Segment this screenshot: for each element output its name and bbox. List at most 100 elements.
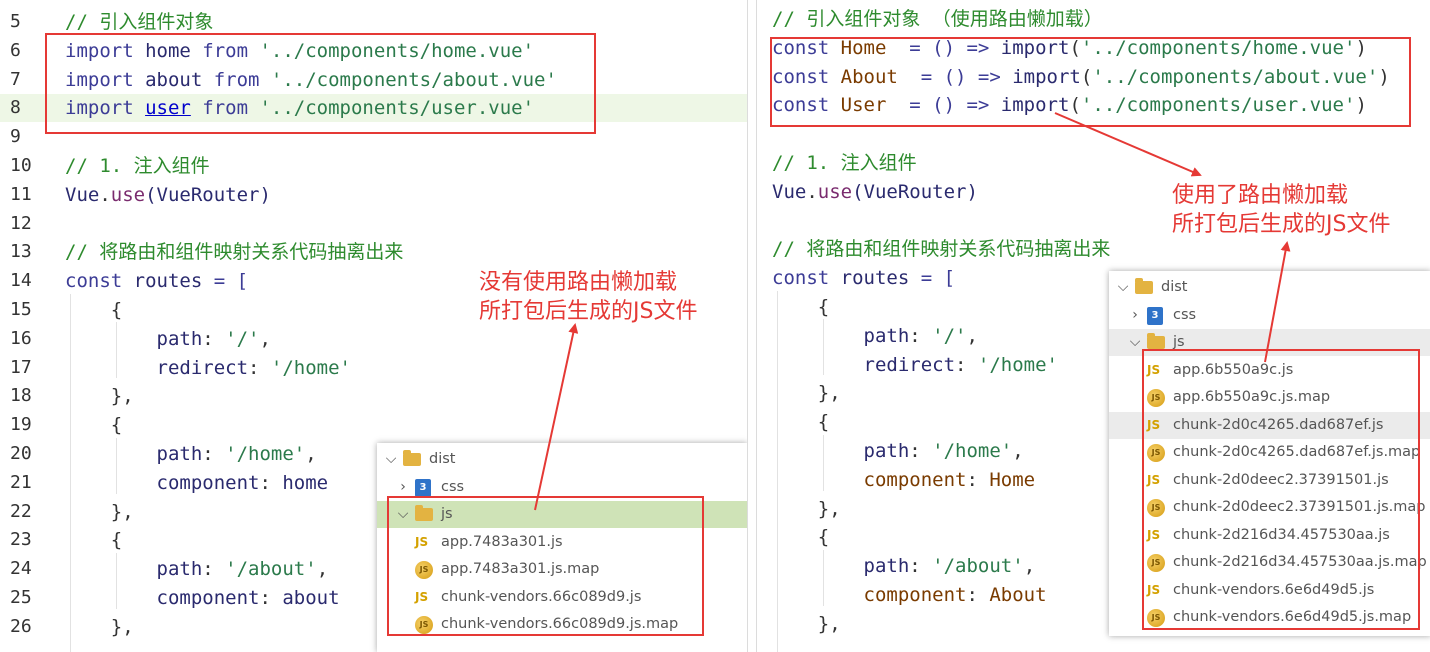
code-token: },: [65, 500, 134, 523]
tree-file[interactable]: JS chunk-2d0c4265.dad687ef.js.map: [1109, 439, 1430, 466]
left-annotation: 没有使用路由懒加载 所打包后生成的JS文件: [479, 268, 697, 326]
code-line: 17 redirect: '/home': [0, 354, 747, 382]
tree-file[interactable]: JS chunk-vendors.6e6d49d5.js.map: [1109, 604, 1430, 631]
code-token: '../components/user.vue': [259, 97, 535, 120]
chevron-down-icon[interactable]: ⌵: [1129, 329, 1141, 356]
line-number: 24: [10, 558, 32, 580]
code-token: '/about': [932, 555, 1024, 578]
code-text: const Home = () => import('../components…: [772, 34, 1367, 62]
code-token: :: [966, 584, 990, 606]
line-number: 5: [10, 11, 21, 32]
code-token: '/home': [977, 353, 1058, 376]
tree-item-label: css: [1173, 306, 1197, 323]
code-token: home: [282, 471, 329, 494]
tree-folder-js[interactable]: ⌵ js: [1109, 329, 1430, 356]
code-token: :: [909, 440, 933, 462]
tree-item-label: dist: [429, 451, 456, 467]
code-text: path: '/about',: [65, 555, 329, 583]
tree-folder-css[interactable]: › 3 css: [1109, 302, 1430, 329]
chevron-right-icon[interactable]: ›: [1129, 302, 1141, 329]
code-token: (: [1069, 94, 1081, 117]
chevron-down-icon[interactable]: ⌵: [397, 501, 409, 528]
indent-guide: [823, 319, 824, 375]
tree-item-label: css: [441, 478, 465, 495]
code-token: '/home': [270, 356, 351, 379]
code-token: '/home': [932, 440, 1013, 462]
tree-file[interactable]: JS app.7483a301.js.map: [377, 556, 747, 583]
tree-item-label: chunk-vendors.66c089d9.js: [441, 588, 642, 605]
tree-folder-dist[interactable]: ⌵ dist: [377, 446, 747, 473]
line-number: 11: [10, 183, 32, 205]
code-comment: // 1. 注入组件: [65, 155, 210, 177]
line-number: 25: [10, 587, 32, 608]
code-token: About: [840, 65, 921, 88]
tree-folder-dist[interactable]: ⌵ dist: [1109, 274, 1430, 301]
tree-file[interactable]: JS chunk-vendors.6e6d49d5.js: [1109, 577, 1430, 604]
tree-file[interactable]: JS chunk-vendors.66c089d9.js.map: [377, 611, 747, 638]
code-line: const User = () => import('../components…: [757, 91, 1430, 119]
tree-file[interactable]: JS chunk-vendors.66c089d9.js: [377, 584, 747, 611]
code-token: ,: [966, 324, 978, 347]
code-line: 18 },: [0, 382, 747, 410]
tree-file[interactable]: JS chunk-2d216d34.457530aa.js: [1109, 522, 1430, 549]
code-token: import: [65, 39, 146, 62]
code-text: component: home: [65, 469, 329, 497]
code-token: {: [772, 411, 830, 434]
code-token: user: [145, 97, 191, 120]
tree-file[interactable]: JS app.6b550a9c.js: [1109, 357, 1430, 384]
tree-folder-js[interactable]: ⌵ js: [377, 501, 747, 528]
code-token: redirect: [772, 353, 956, 376]
code-token: routes: [840, 267, 921, 290]
code-token: },: [772, 497, 841, 520]
code-text: // 将路由和组件映射关系代码抽离出来: [65, 238, 403, 266]
chevron-down-icon[interactable]: ⌵: [1117, 274, 1129, 301]
code-token: :: [909, 555, 933, 578]
tree-item-label: app.7483a301.js.map: [441, 561, 600, 577]
code-text: // 将路由和组件映射关系代码抽离出来: [772, 235, 1110, 263]
chevron-right-icon[interactable]: ›: [397, 474, 409, 501]
tree-file[interactable]: JS app.7483a301.js: [377, 529, 747, 556]
code-text: const User = () => import('../components…: [772, 91, 1367, 119]
code-token: redirect: [65, 356, 249, 379]
line-number: 13: [10, 241, 32, 263]
map-file-icon: JS: [1147, 609, 1165, 627]
tree-file[interactable]: JS chunk-2d0deec2.37391501.js.map: [1109, 494, 1430, 521]
folder-icon: [403, 450, 421, 466]
code-text: },: [65, 382, 134, 410]
tree-item-label: chunk-2d216d34.457530aa.js.map: [1173, 554, 1427, 570]
code-text: const routes = [: [65, 267, 248, 295]
indent-guide: [777, 291, 778, 652]
code-text: import user from '../components/user.vue…: [65, 94, 534, 122]
code-text: Vue.use(VueRouter): [65, 181, 271, 209]
code-token: .: [806, 180, 818, 203]
code-token: use: [110, 183, 146, 206]
code-text: path: '/about',: [772, 552, 1036, 580]
tree-item-label: app.7483a301.js: [441, 533, 563, 550]
tree-file[interactable]: JS chunk-2d0c4265.dad687ef.js: [1109, 411, 1430, 439]
code-text: component: about: [65, 584, 340, 612]
code-token: from: [202, 39, 260, 62]
code-token: :: [202, 443, 226, 465]
code-token: const: [772, 65, 841, 88]
chevron-down-icon[interactable]: ⌵: [385, 446, 397, 473]
code-comment: // 引入组件对象 （使用路由懒加载）: [772, 8, 1103, 30]
left-file-explorer: ⌵ dist › 3 css ⌵ js JS app.7483a301.js JS app.7483…: [377, 443, 747, 652]
tree-file[interactable]: JS chunk-2d0deec2.37391501.js: [1109, 467, 1430, 494]
map-file-icon: JS: [415, 616, 433, 634]
code-token: from: [190, 97, 260, 120]
code-token: path: [772, 555, 910, 578]
code-line: // 1. 注入组件: [757, 149, 1430, 177]
code-token: Home: [840, 36, 910, 59]
code-token: (: [1080, 65, 1093, 88]
code-token: :: [259, 587, 283, 609]
tree-file[interactable]: JS app.6b550a9c.js.map: [1109, 384, 1430, 411]
map-file-icon: JS: [1147, 499, 1165, 517]
code-token: from: [213, 68, 271, 91]
code-token: '../components/home.vue': [259, 39, 535, 62]
code-text: {: [65, 296, 122, 324]
code-token: :: [202, 558, 226, 581]
tree-file[interactable]: JS chunk-2d216d34.457530aa.js.map: [1109, 549, 1430, 576]
tree-folder-css[interactable]: › 3 css: [377, 474, 747, 501]
css-file-icon: 3: [1147, 306, 1163, 325]
